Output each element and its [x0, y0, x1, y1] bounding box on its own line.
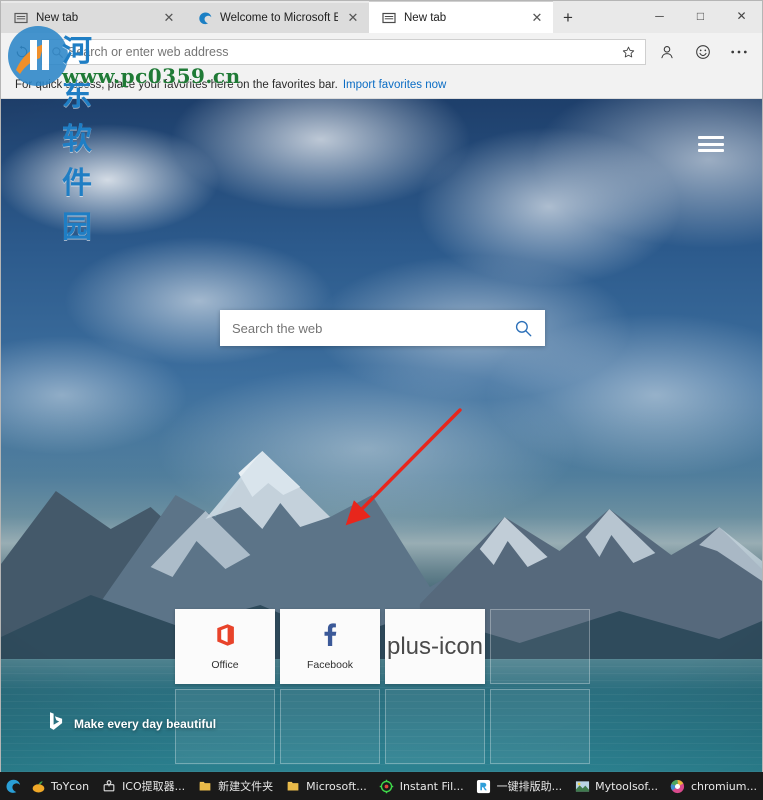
- taskbar-edge-icon[interactable]: [2, 778, 24, 795]
- newtab-icon: [13, 10, 29, 26]
- window-controls: ─ □ ✕: [639, 1, 762, 33]
- taskbar-item-label: chromium...: [690, 779, 757, 793]
- tab-close-button[interactable]: ✕: [345, 10, 361, 26]
- tile-label: Office: [211, 658, 239, 671]
- new-tab-page: Office Facebook plus-icon: [1, 99, 762, 772]
- tile-empty[interactable]: [385, 689, 485, 764]
- address-input[interactable]: [68, 45, 617, 59]
- taskbar-item-label: Microsoft...: [306, 779, 367, 793]
- windows-taskbar: ToYcon ICO提取器... 新建文件夹 Microsoft... Inst…: [0, 772, 763, 800]
- tile-facebook[interactable]: Facebook: [280, 609, 380, 684]
- taskbar-item-label: ToYcon: [51, 779, 90, 793]
- typeset-icon: [476, 778, 492, 794]
- folder-icon: [285, 778, 301, 794]
- tile-office[interactable]: Office: [175, 609, 275, 684]
- edge-icon: [197, 10, 213, 26]
- magnifier-icon[interactable]: [501, 319, 545, 338]
- new-tab-button[interactable]: +: [553, 3, 583, 33]
- profile-button[interactable]: [650, 36, 684, 68]
- taskbar-item-microsoft[interactable]: Microsoft...: [279, 773, 373, 799]
- taskbar-item-label: Instant Fil...: [399, 779, 464, 793]
- taskbar-item-chromium[interactable]: chromium...: [664, 773, 763, 799]
- tab-welcome-edge[interactable]: Welcome to Microsoft Edge De ✕: [185, 3, 369, 33]
- instant-file-icon: [379, 778, 395, 794]
- office-icon: [214, 623, 236, 652]
- tile-label: Facebook: [306, 658, 354, 671]
- taskbar-item-new-folder[interactable]: 新建文件夹: [191, 773, 279, 799]
- tab-close-button[interactable]: ✕: [161, 10, 177, 26]
- taskbar-item-mytoolsoft[interactable]: Mytoolsof...: [568, 773, 664, 799]
- tab-title: Welcome to Microsoft Edge De: [220, 12, 338, 24]
- address-bar[interactable]: [41, 39, 646, 65]
- ellipsis-icon[interactable]: [722, 36, 756, 68]
- tile-empty[interactable]: [280, 689, 380, 764]
- facebook-icon: [319, 622, 341, 652]
- chromium-icon: [670, 778, 686, 794]
- tile-empty[interactable]: [490, 609, 590, 684]
- taskbar-item-ico-extractor[interactable]: ICO提取器...: [95, 773, 191, 799]
- bing-logo: [49, 711, 64, 736]
- favorites-bar: For quick access, place your favorites h…: [1, 71, 762, 99]
- tab-new-tab-1[interactable]: New tab ✕: [1, 3, 185, 33]
- taskbar-item-instant-file[interactable]: Instant Fil...: [373, 773, 470, 799]
- tab-close-button[interactable]: ✕: [529, 10, 545, 26]
- tab-strip: New tab ✕ Welcome to Microsoft Edge De ✕: [1, 1, 762, 33]
- mytools-icon: [574, 778, 590, 794]
- folder-icon: [197, 778, 213, 794]
- ico-extract-icon: [101, 778, 117, 794]
- bing-caption-text: Make every day beautiful: [74, 716, 217, 731]
- tab-new-tab-2[interactable]: New tab ✕: [369, 1, 553, 33]
- tile-empty[interactable]: [490, 689, 590, 764]
- tab-title: New tab: [404, 11, 447, 24]
- tile-add-site[interactable]: plus-icon: [385, 609, 485, 684]
- web-search-input[interactable]: [220, 310, 501, 346]
- taskbar-item-typeset[interactable]: 一键排版助...: [470, 773, 569, 799]
- hamburger-icon[interactable]: [698, 133, 724, 155]
- refresh-icon[interactable]: [7, 37, 37, 67]
- search-icon: [46, 46, 68, 59]
- web-search-box[interactable]: [220, 310, 545, 346]
- newtab-icon: [381, 10, 397, 26]
- minimize-button[interactable]: ─: [639, 1, 680, 30]
- smiley-icon[interactable]: [686, 36, 720, 68]
- maximize-button[interactable]: □: [680, 1, 721, 30]
- import-favorites-link[interactable]: Import favorites now: [343, 79, 447, 91]
- bing-image-caption[interactable]: Make every day beautiful: [49, 711, 216, 736]
- taskbar-item-label: 一键排版助...: [496, 780, 563, 793]
- navigation-toolbar: [1, 33, 762, 71]
- toycon-icon: [30, 778, 46, 794]
- taskbar-item-toycon[interactable]: ToYcon: [24, 773, 95, 799]
- taskbar-item-label: Mytoolsof...: [595, 779, 658, 793]
- close-window-button[interactable]: ✕: [721, 1, 762, 30]
- taskbar-item-label: 新建文件夹: [218, 780, 274, 793]
- taskbar-item-label: ICO提取器...: [122, 780, 186, 793]
- screen: New tab ✕ Welcome to Microsoft Edge De ✕: [0, 0, 763, 800]
- tab-title: New tab: [36, 12, 79, 24]
- plus-icon: plus-icon: [386, 632, 484, 660]
- top-sites-grid: Office Facebook plus-icon: [175, 609, 590, 764]
- edge-browser-window: New tab ✕ Welcome to Microsoft Edge De ✕: [0, 0, 763, 772]
- star-icon[interactable]: [617, 46, 639, 59]
- favorites-bar-message: For quick access, place your favorites h…: [15, 78, 338, 91]
